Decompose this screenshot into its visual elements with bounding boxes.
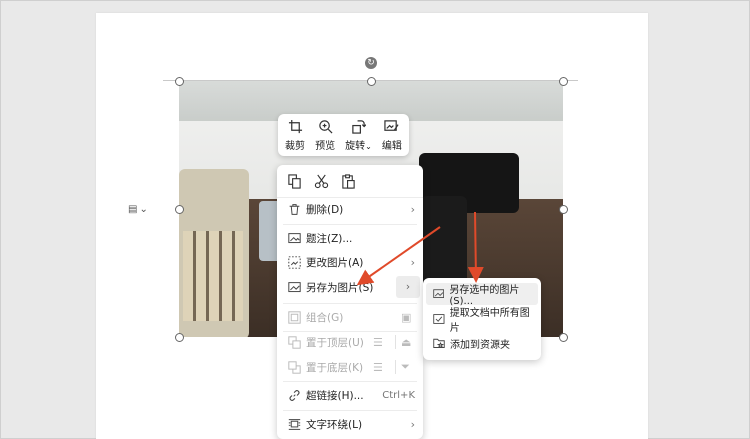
annotation-arrows (356, 211, 484, 286)
annotation-arrow-to-submenu (467, 211, 484, 283)
annotation-arrow-to-menu (356, 226, 441, 286)
